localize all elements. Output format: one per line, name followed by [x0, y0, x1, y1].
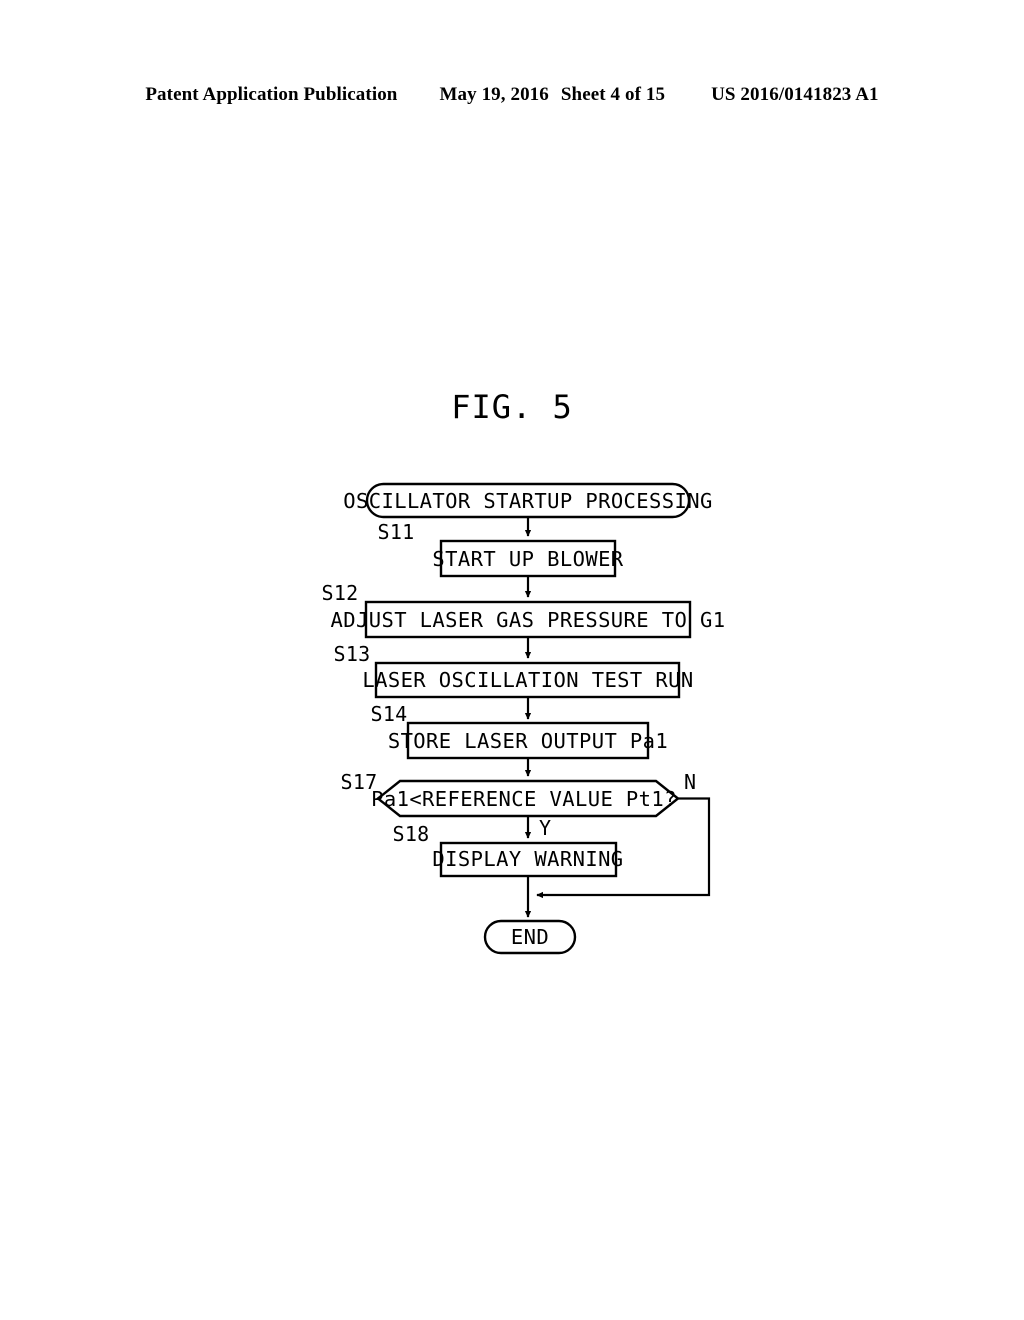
step-id-s17: S17 [340, 770, 377, 794]
step-id-s12: S12 [321, 581, 358, 605]
flow-node-s18-label: DISPLAY WARNING [432, 847, 623, 871]
step-id-s18: S18 [392, 822, 429, 846]
flow-node-s14: STORE LASER OUTPUT Pa1 S14 [370, 702, 668, 760]
branch-label-yes: Y [539, 816, 551, 840]
flow-node-end-label: END [511, 925, 549, 949]
flow-node-s12: ADJUST LASER GAS PRESSURE TO G1 S12 [321, 581, 725, 639]
branch-label-no: N [684, 770, 696, 794]
flow-node-s11: START UP BLOWER S11 [377, 520, 623, 578]
flowchart: OSCILLATOR STARTUP PROCESSING START UP B… [0, 0, 1024, 1320]
flow-node-s13-label: LASER OSCILLATION TEST RUN [362, 668, 693, 692]
flow-node-start: OSCILLATOR STARTUP PROCESSING [343, 482, 713, 519]
step-id-s13: S13 [333, 642, 370, 666]
flow-node-s13: LASER OSCILLATION TEST RUN S13 [333, 642, 693, 699]
step-id-s14: S14 [370, 702, 407, 726]
patent-drawing-page: Patent Application Publication May 19, 20… [0, 0, 1024, 1320]
flow-node-s14-label: STORE LASER OUTPUT Pa1 [388, 729, 668, 753]
flow-node-s12-label: ADJUST LASER GAS PRESSURE TO G1 [330, 608, 725, 632]
flow-node-s11-label: START UP BLOWER [432, 547, 623, 571]
flow-node-end: END [483, 919, 577, 955]
flow-node-s17: Pa1<REFERENCE VALUE Pt1? S17 [340, 770, 680, 818]
step-id-s11: S11 [377, 520, 414, 544]
flow-node-start-label: OSCILLATOR STARTUP PROCESSING [343, 489, 713, 513]
flow-node-s17-label: Pa1<REFERENCE VALUE Pt1? [371, 787, 677, 811]
flow-node-s18: DISPLAY WARNING S18 [392, 822, 623, 878]
